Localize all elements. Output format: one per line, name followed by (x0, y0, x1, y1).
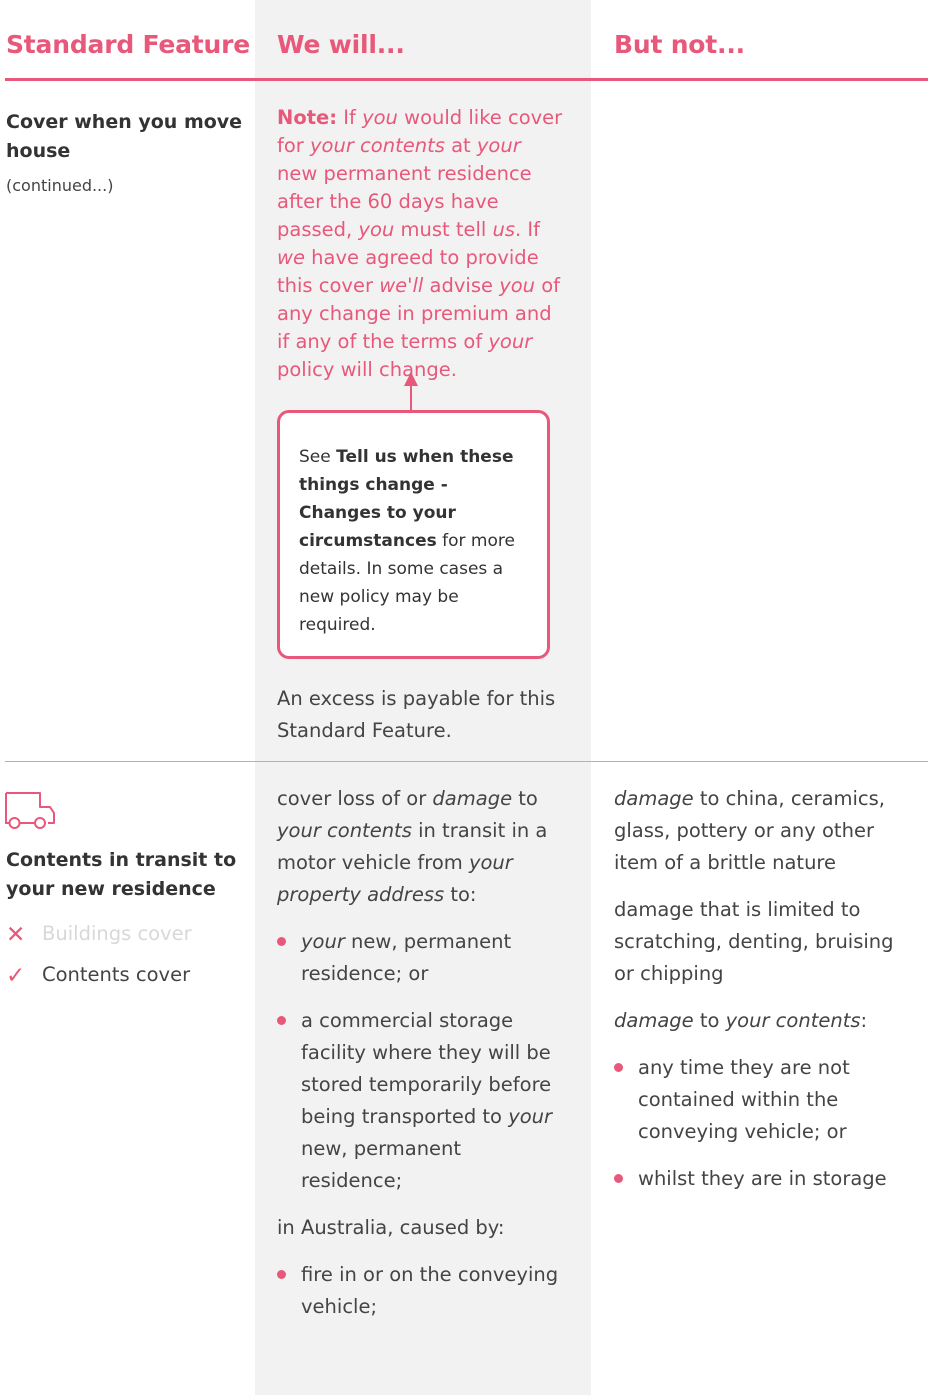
truck-icon (5, 792, 55, 829)
header-standard-feature: Standard Feature (6, 30, 251, 59)
excess-text: An excess is payable for this Standard F… (277, 687, 556, 742)
arrow-up-icon (404, 372, 418, 386)
we-will-intro: cover loss of or damage to your contents… (277, 787, 548, 906)
move-house-note: Note: If you would like cover for your c… (277, 106, 563, 381)
feature-title-contents-transit: Contents in transit to your new residenc… (6, 849, 237, 900)
exclusion-contents-intro: damage to your contents: (614, 1009, 868, 1032)
bullet-icon (614, 1174, 623, 1183)
exclusion-brittle: damage to china, ceramics, glass, potter… (614, 787, 886, 874)
list-item: a commercial storage facility where they… (277, 1005, 567, 1197)
cross-icon: ✕ (6, 921, 26, 948)
arrow-connector (410, 385, 412, 412)
exclusion-scratching: damage that is limited to scratching, de… (614, 898, 894, 985)
bullet-icon (277, 1016, 286, 1025)
row-divider (5, 761, 928, 762)
check-icon: ✓ (6, 962, 26, 989)
list-item: your new, permanent residence; or (277, 926, 567, 990)
see-also-callout: See Tell us when these things change - C… (277, 410, 550, 659)
bullet-icon (277, 1270, 286, 1279)
we-will-caused-by: in Australia, caused by: (277, 1216, 505, 1239)
header-but-not: But not... (614, 30, 745, 59)
header-we-will: We will... (277, 30, 405, 59)
bullet-icon (277, 937, 286, 946)
list-item: any time they are not contained within t… (614, 1052, 904, 1148)
list-item: fire in or on the conveying vehicle; (277, 1259, 567, 1323)
feature-title-move-house: Cover when you move house (6, 111, 243, 162)
bullet-icon (614, 1063, 623, 1072)
contents-cover-indicator: ✓ Contents cover (6, 962, 191, 989)
buildings-cover-indicator: ✕ Buildings cover (6, 921, 192, 948)
header-divider (5, 78, 928, 81)
list-item: whilst they are in storage (614, 1163, 914, 1195)
continued-label: (continued...) (6, 176, 114, 195)
